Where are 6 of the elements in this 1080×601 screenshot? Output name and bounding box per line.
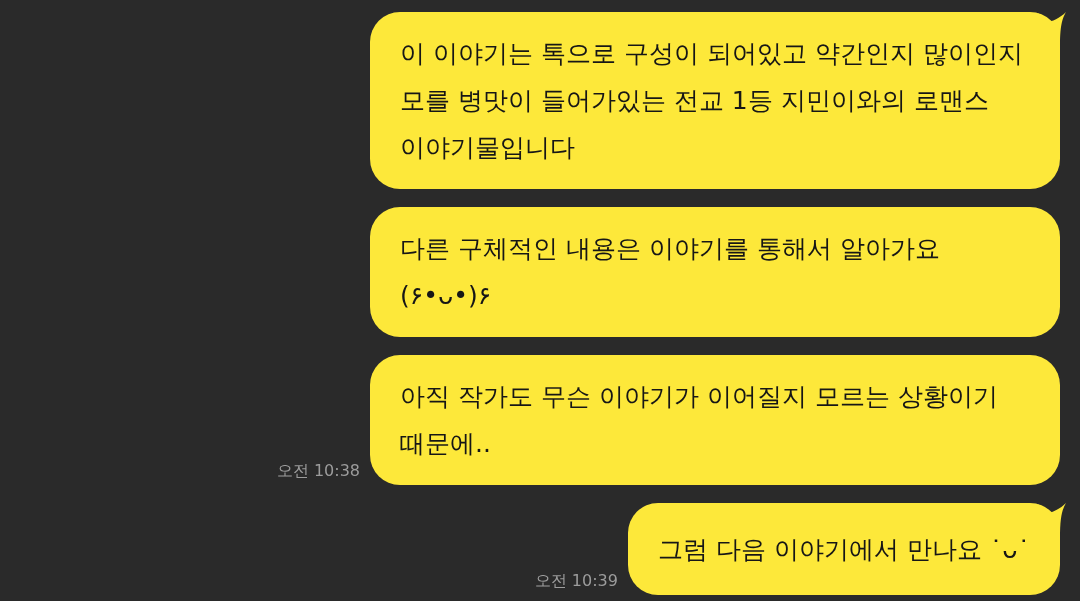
message-bubble: 아직 작가도 무슨 이야기가 이어질지 모르는 상황이기 때문에..	[370, 355, 1060, 485]
message-time: 오전 10:39	[534, 571, 618, 592]
message-bubble: 다른 구체적인 내용은 이야기를 통해서 알아가요 (۶•ᴗ•)۶	[370, 207, 1060, 337]
message-time: 오전 10:38	[276, 461, 360, 482]
message-bubble: 그럼 다음 이야기에서 만나요 ˙ᴗ˙	[627, 503, 1060, 595]
message-bubble: 이 이야기는 톡으로 구성이 되어있고 약간인지 많이인지 모를 병맛이 들어가있는 전교 1등 지민이와의 로맨스 이야기물입니다	[370, 12, 1060, 189]
